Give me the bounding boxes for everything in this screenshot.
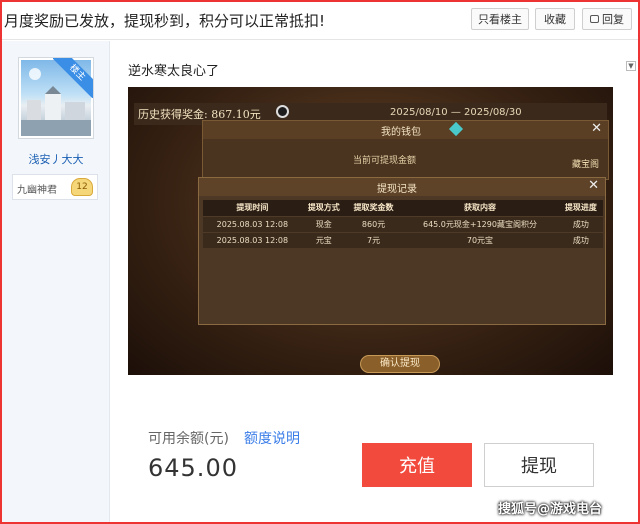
collapse-arrow-icon[interactable]: ▼ (626, 61, 636, 71)
cell: 70元宝 (401, 231, 559, 248)
author-sidebar: 楼主 浅安丿大大 九幽神君 12 (2, 41, 110, 522)
wallet-panel: 我的钱包 ✕ 当前可提现金额 (202, 120, 609, 180)
cell: 成功 (558, 215, 603, 232)
balance-value: 645.00 (148, 454, 238, 482)
records-panel: 提现记录 ✕ 提现时间 提现方式 提取奖金数 获取内容 提现进度 2025.08… (198, 177, 606, 325)
table-row: 2025.08.03 12:08 元宝 7元 70元宝 成功 (203, 231, 603, 248)
col-amount: 提取奖金数 (345, 200, 402, 216)
rank-name: 九幽神君 (17, 185, 57, 196)
magnifier-icon (276, 105, 289, 118)
records-table: 提现时间 提现方式 提取奖金数 获取内容 提现进度 2025.08.03 12:… (203, 200, 603, 248)
cell: 成功 (558, 231, 603, 248)
thread-header: 月度奖励已发放，提现秒到，积分可以正常抵扣! 只看楼主 收藏 回复 (2, 2, 638, 40)
owner-badge: 楼主 (53, 58, 93, 98)
quota-help-link[interactable]: 额度说明 (244, 428, 300, 448)
reply-button[interactable]: 回复 (582, 8, 632, 30)
avatar[interactable]: 楼主 (18, 57, 94, 139)
game-screenshot: 历史获得奖金: 867.10元 2025/08/10 — 2025/08/30 … (128, 87, 613, 375)
wallet-title: 我的钱包 (381, 127, 421, 138)
level-badge: 12 (71, 178, 93, 196)
balance-label: 可用余额(元) (148, 431, 229, 447)
username[interactable]: 浅安丿大大 (2, 151, 110, 167)
cell: 元宝 (301, 231, 346, 248)
watermark: 搜狐号@游戏电台 (498, 502, 603, 517)
col-time: 提现时间 (203, 200, 302, 216)
thread-title: 月度奖励已发放，提现秒到，积分可以正常抵扣! (4, 12, 326, 30)
wallet-subtitle: 当前可提现金额 (353, 156, 417, 166)
records-title: 提现记录 (377, 184, 417, 195)
col-content: 获取内容 (401, 200, 559, 216)
post-text: 逆水寒太良心了 (128, 64, 220, 79)
col-method: 提现方式 (301, 200, 346, 216)
cell: 2025.08.03 12:08 (203, 215, 302, 232)
owner-badge-label: 楼主 (53, 58, 93, 98)
confirm-withdraw-button: 确认提现 (360, 355, 440, 373)
comment-icon (590, 15, 599, 23)
table-row: 2025.08.03 12:08 现金 860元 645.0元现金+1290藏宝… (203, 215, 603, 232)
cell: 645.0元现金+1290藏宝阁积分 (401, 215, 559, 232)
records-close-icon: ✕ (588, 178, 599, 193)
table-header-row: 提现时间 提现方式 提取奖金数 获取内容 提现进度 (203, 200, 603, 216)
wallet-close-icon: ✕ (591, 121, 602, 136)
side-label: 藏宝阁 (572, 160, 600, 170)
col-status: 提现进度 (558, 200, 603, 216)
rank-box: 九幽神君 12 (12, 174, 98, 200)
only-author-button[interactable]: 只看楼主 (471, 8, 529, 30)
cell: 860元 (345, 215, 402, 232)
reply-label: 回复 (602, 13, 624, 26)
recharge-button[interactable]: 充值 (362, 443, 472, 487)
withdraw-button[interactable]: 提现 (484, 443, 594, 487)
cell: 现金 (301, 215, 346, 232)
cell: 7元 (345, 231, 402, 248)
favorite-button[interactable]: 收藏 (535, 8, 575, 30)
cell: 2025.08.03 12:08 (203, 231, 302, 248)
date-range: 2025/08/10 — 2025/08/30 (390, 107, 522, 118)
